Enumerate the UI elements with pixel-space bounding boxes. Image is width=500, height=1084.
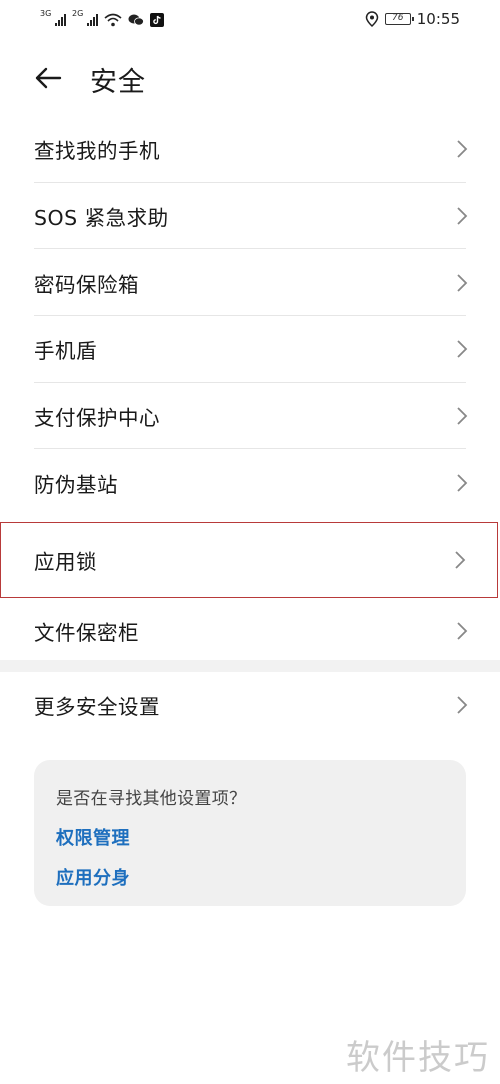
- back-button[interactable]: [30, 62, 66, 94]
- signal-icon: 3G: [40, 9, 66, 27]
- list-item-label: 查找我的手机: [34, 139, 160, 164]
- list-item-password-vault[interactable]: 密码保险箱: [0, 249, 500, 317]
- list-item-label: 防伪基站: [34, 472, 118, 497]
- chevron-right-icon: [455, 551, 466, 569]
- page-title: 安全: [90, 67, 146, 98]
- signal-icon-2: 2G: [72, 9, 98, 27]
- list-item-fake-base-station[interactable]: 防伪基站: [0, 449, 500, 516]
- suggestion-question: 是否在寻找其他设置项？: [56, 789, 247, 809]
- arrow-left-icon: [35, 67, 62, 89]
- wechat-icon: [128, 14, 144, 26]
- header: 安全: [0, 50, 500, 106]
- list-item-sos[interactable]: SOS 紧急求助: [0, 183, 500, 250]
- network-type-1: 3G: [40, 9, 52, 18]
- chevron-right-icon: [457, 274, 468, 292]
- chevron-right-icon: [457, 407, 468, 425]
- battery-icon: 76: [384, 13, 414, 25]
- location-icon: [365, 11, 379, 27]
- list-item-label: 更多安全设置: [34, 695, 160, 719]
- list-item-payment-protection[interactable]: 支付保护中心: [0, 383, 500, 450]
- network-type-2: 2G: [72, 9, 84, 18]
- link-app-twin[interactable]: 应用分身: [56, 864, 444, 890]
- list-item-file-safe[interactable]: 文件保密柜: [0, 598, 500, 665]
- list-item-label: 手机盾: [34, 339, 97, 364]
- section-separator: [0, 660, 500, 672]
- status-right: 76 10:55: [365, 10, 460, 28]
- link-permission-management[interactable]: 权限管理: [56, 824, 444, 850]
- chevron-right-icon: [457, 140, 468, 158]
- list-item-more-security-settings[interactable]: 更多安全设置: [0, 672, 500, 738]
- list-item-label: 密码保险箱: [34, 272, 139, 297]
- list-item-label: 支付保护中心: [34, 406, 160, 431]
- status-bar: 3G 2G 76 10:55: [0, 0, 500, 36]
- status-left: 3G 2G: [40, 9, 164, 27]
- list-item-label: 应用锁: [34, 550, 97, 575]
- tiktok-icon: [150, 13, 164, 27]
- chevron-right-icon: [457, 340, 468, 359]
- clock: 10:55: [416, 10, 460, 28]
- chevron-right-icon: [457, 207, 468, 225]
- settings-list: 查找我的手机 SOS 紧急求助 密码保险箱 手机盾 支付保护中心 防伪基站 应用…: [0, 116, 500, 665]
- list-item-label: 文件保密柜: [34, 621, 139, 646]
- watermark: 软件技巧: [346, 1038, 490, 1078]
- list-item-phone-shield[interactable]: 手机盾: [0, 316, 500, 383]
- list-item-find-my-phone[interactable]: 查找我的手机: [0, 116, 500, 183]
- list-item-app-lock[interactable]: 应用锁: [0, 522, 498, 599]
- chevron-right-icon: [457, 622, 468, 641]
- chevron-right-icon: [457, 696, 468, 714]
- list-item-label: SOS 紧急求助: [34, 206, 169, 231]
- wifi-icon: [104, 13, 122, 27]
- chevron-right-icon: [457, 474, 468, 492]
- suggestion-card: 是否在寻找其他设置项？ 权限管理 应用分身: [34, 760, 466, 906]
